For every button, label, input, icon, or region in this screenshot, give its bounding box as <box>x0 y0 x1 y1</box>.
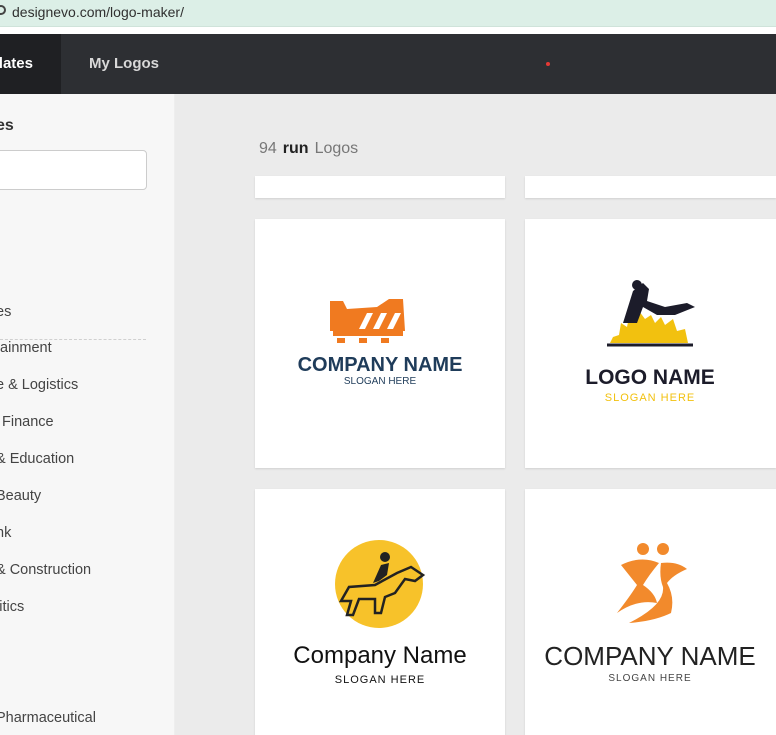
tab-my-logos[interactable]: My Logos <box>89 55 159 72</box>
logo-company-name: LOGO NAME <box>585 366 715 389</box>
url-text[interactable]: designevo.com/logo-maker/ <box>12 4 184 20</box>
sidebar-item[interactable]: Pharmaceutical <box>0 710 96 726</box>
result-suffix: Logos <box>314 140 359 157</box>
category-sidebar: es es tainment e & Logistics Finance & E… <box>0 94 175 735</box>
logo-company-name: COMPANY NAME <box>544 641 755 671</box>
address-bar[interactable]: designevo.com/logo-maker/ <box>0 0 776 27</box>
sidebar-item[interactable]: es <box>0 304 11 320</box>
gymnast-city-icon <box>607 280 695 347</box>
logo-card[interactable]: COMPANY NAME SLOGAN HERE <box>525 489 776 735</box>
runners-icon <box>617 543 687 623</box>
sidebar-item[interactable]: Beauty <box>0 488 41 504</box>
search-term: run <box>282 140 309 157</box>
logo-slogan: SLOGAN HERE <box>608 673 691 684</box>
logo-card-partial[interactable] <box>255 176 505 198</box>
sidebar-item[interactable]: e & Logistics <box>0 377 78 393</box>
logo-gallery: 94 run Logos COMPANY NAME SLOGAN HERE LO… <box>175 94 776 735</box>
logo-company-name: COMPANY NAME <box>298 354 463 376</box>
lock-icon <box>0 5 6 15</box>
horse-jockey-icon <box>335 540 426 628</box>
tab-templates-label: lates <box>0 55 33 72</box>
sidebar-item[interactable]: litics <box>0 599 24 615</box>
logo-card[interactable]: COMPANY NAME SLOGAN HERE <box>255 219 505 468</box>
sidebar-item[interactable]: Finance <box>2 414 54 430</box>
running-shoe-icon <box>330 299 405 343</box>
logo-slogan: SLOGAN HERE <box>344 376 417 387</box>
logo-preview: COMPANY NAME SLOGAN HERE <box>298 299 463 387</box>
logo-company-name: Company Name <box>293 642 466 669</box>
top-navigation: lates My Logos <box>0 34 776 94</box>
logo-preview: COMPANY NAME SLOGAN HERE <box>544 543 756 684</box>
sidebar-item[interactable]: nk <box>0 525 11 541</box>
logo-card[interactable]: Company Name SLOGAN HERE <box>255 489 505 735</box>
result-number: 94 <box>259 140 277 157</box>
sidebar-item[interactable]: & Education <box>0 451 74 467</box>
logo-card-partial[interactable] <box>525 176 776 198</box>
logo-slogan: SLOGAN HERE <box>605 392 695 404</box>
sidebar-item[interactable]: & Construction <box>0 562 91 578</box>
logo-preview: LOGO NAME SLOGAN HERE <box>585 280 715 404</box>
sidebar-heading: es <box>0 117 14 134</box>
logo-preview: Company Name SLOGAN HERE <box>293 540 467 686</box>
result-count: 94 run Logos <box>259 140 358 158</box>
logo-card[interactable]: LOGO NAME SLOGAN HERE <box>525 219 776 468</box>
logo-slogan: SLOGAN HERE <box>335 674 425 686</box>
notification-dot <box>546 62 550 66</box>
category-search-input[interactable] <box>0 150 147 190</box>
tab-templates[interactable]: lates <box>0 34 61 94</box>
sidebar-item[interactable]: tainment <box>0 340 52 356</box>
